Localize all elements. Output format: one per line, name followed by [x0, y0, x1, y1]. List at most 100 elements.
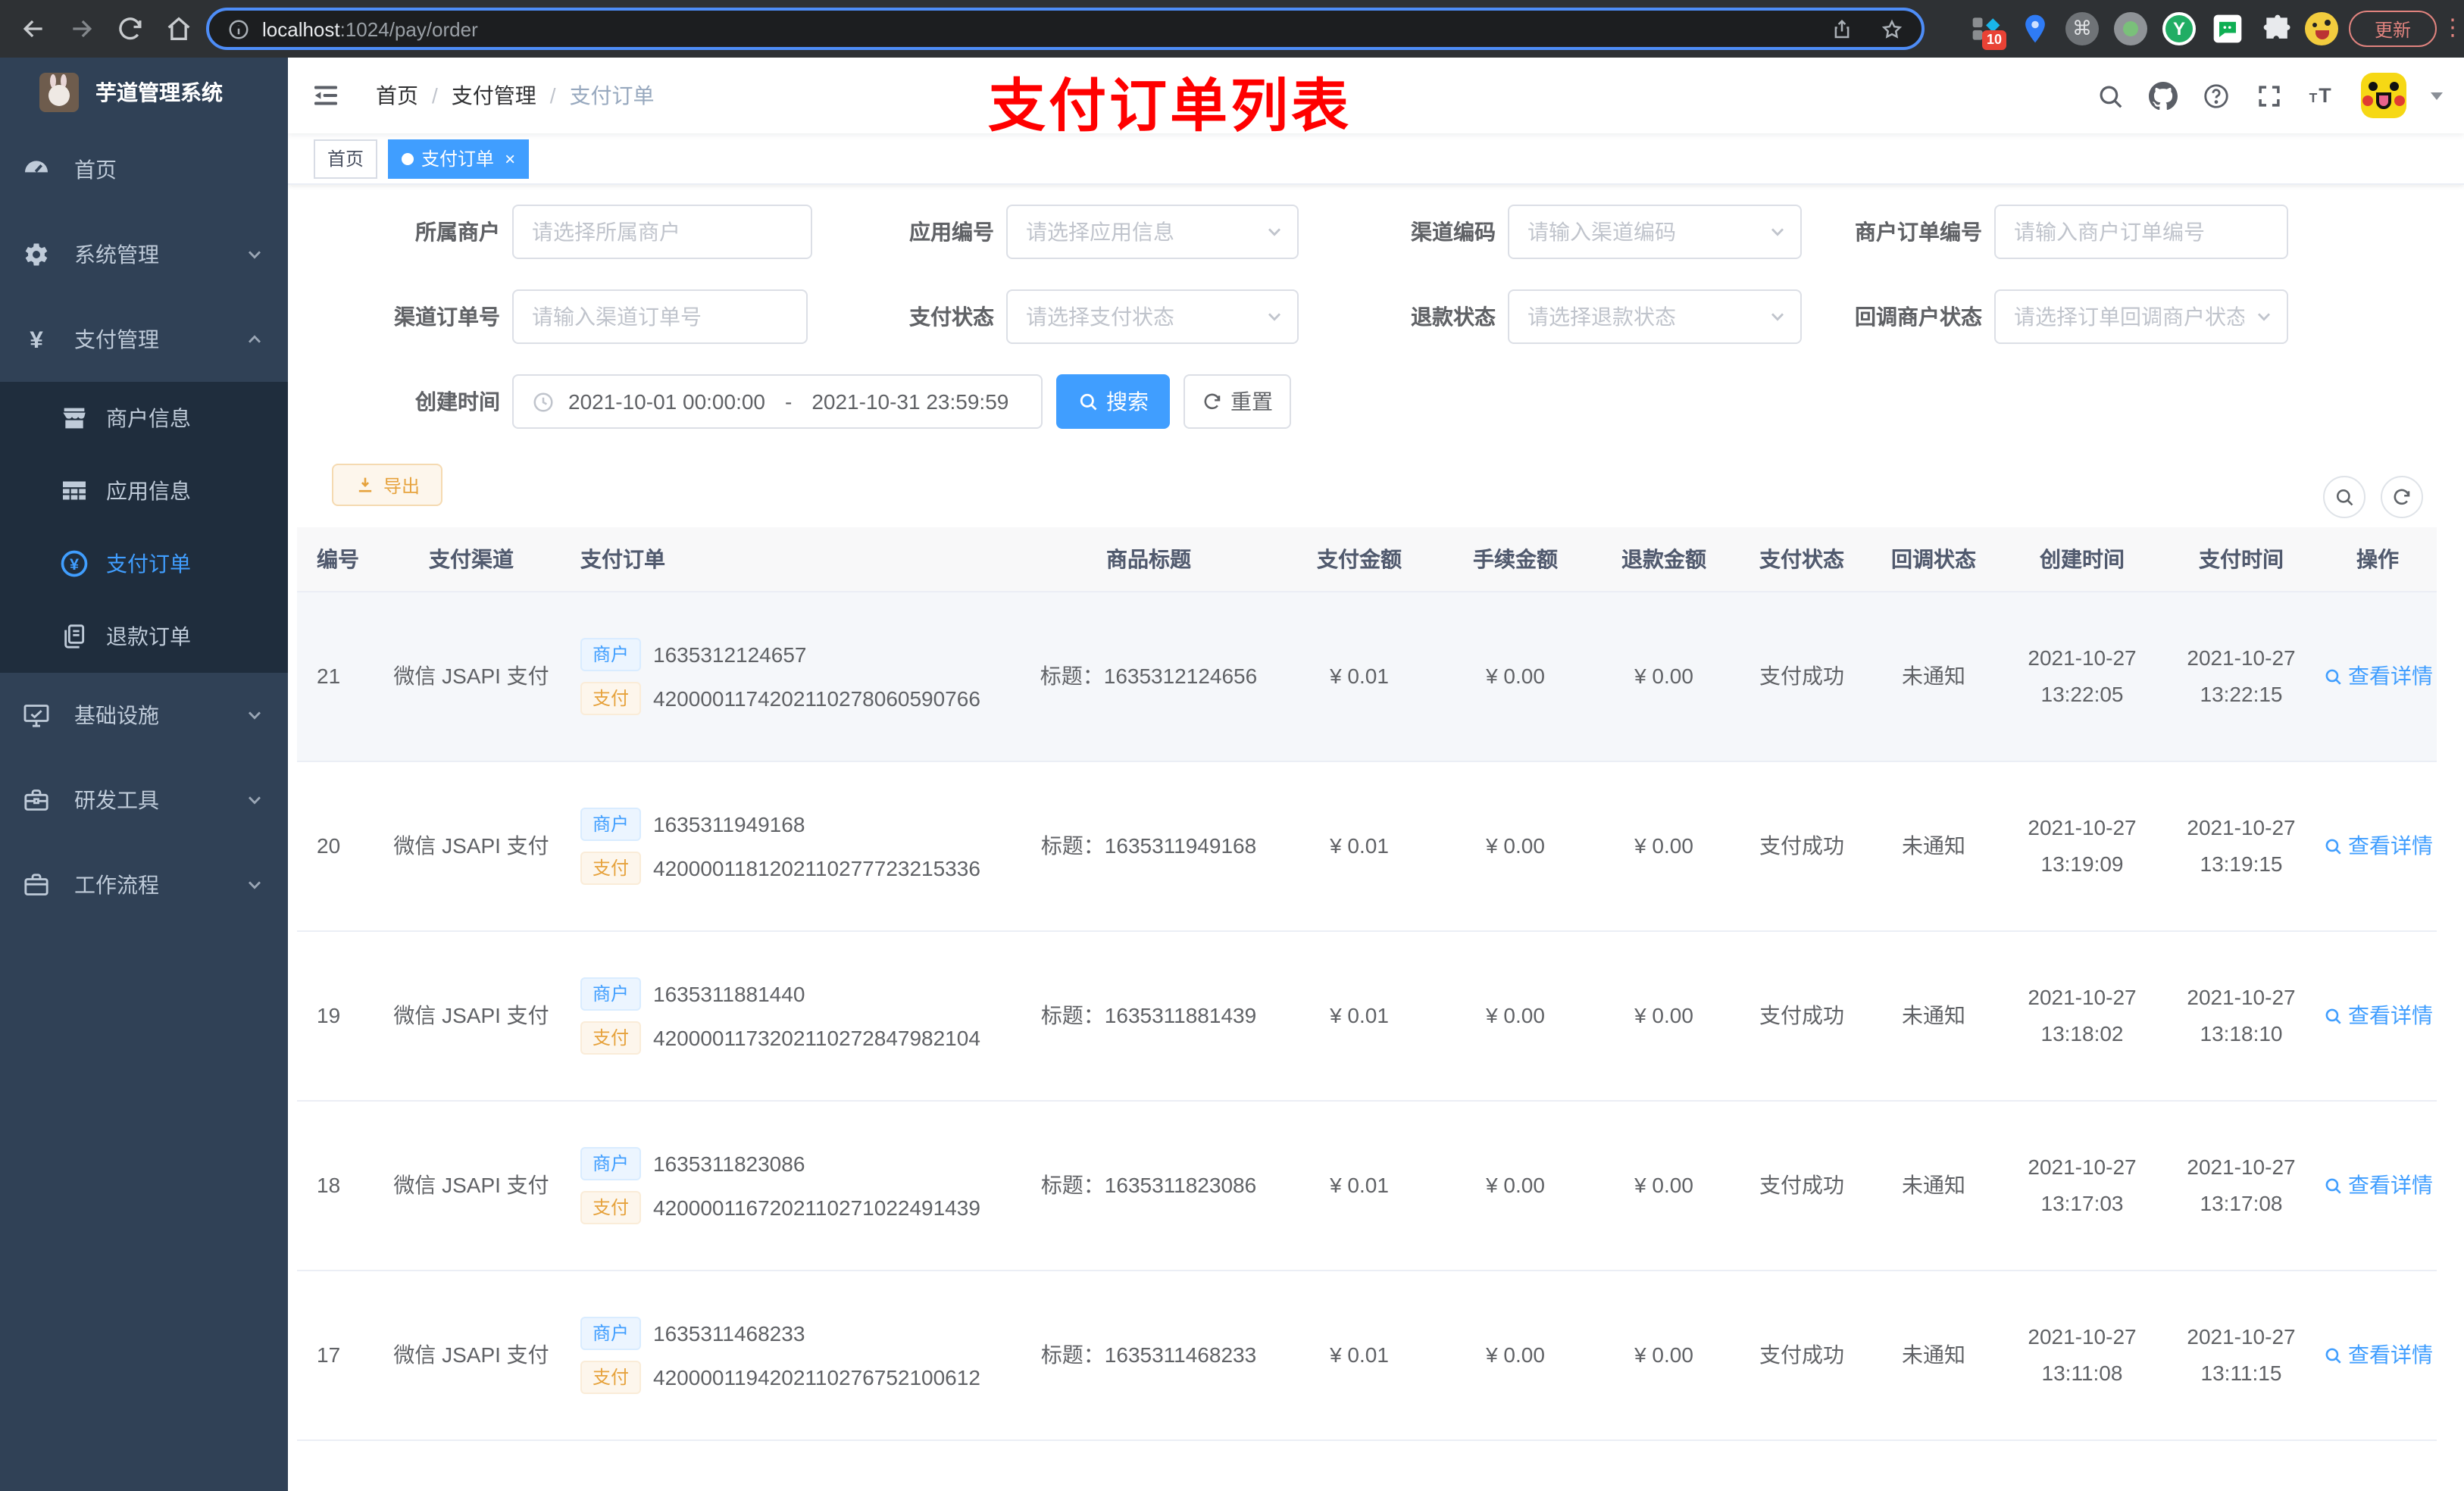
sidebar-item-home[interactable]: 首页 — [0, 127, 288, 212]
gear-icon — [21, 239, 52, 270]
svg-text:T: T — [2309, 89, 2318, 105]
table-row[interactable]: 19 微信 JSAPI 支付 商户 1635311881440 支付 4200001173… — [297, 930, 2437, 1101]
close-icon[interactable]: × — [505, 148, 515, 169]
sidebar-item-dev-tools[interactable]: 研发工具 — [0, 758, 288, 842]
search-button[interactable]: 搜索 — [1056, 374, 1170, 429]
filter-field-input[interactable] — [532, 305, 788, 329]
info-icon[interactable] — [227, 17, 250, 40]
table-search-button[interactable] — [2323, 476, 2366, 518]
filter-input-1[interactable] — [512, 205, 812, 259]
sidebar-item-refund-order[interactable]: 退款订单 — [0, 600, 288, 673]
table-row[interactable]: 21 微信 JSAPI 支付 商户 1635312124657 支付 4200001174… — [297, 591, 2437, 761]
update-button[interactable]: 更新 — [2349, 11, 2437, 47]
merchant-order-no: 1635311949168 — [653, 811, 805, 836]
filter-field-input[interactable] — [2014, 220, 2269, 244]
table-row[interactable]: 20 微信 JSAPI 支付 商户 1635311949168 支付 4200001181… — [297, 761, 2437, 931]
help-icon[interactable] — [2202, 81, 2231, 110]
tab-首页[interactable]: 首页 — [314, 139, 378, 178]
filter-select-6[interactable] — [1006, 289, 1299, 344]
logo-image — [39, 73, 79, 112]
sidebar-item-label: 应用信息 — [106, 479, 191, 503]
sidebar-item-pay-order[interactable]: ¥ 支付订单 — [0, 527, 288, 600]
chevron-down-icon[interactable] — [2431, 92, 2443, 99]
tab-支付订单[interactable]: 支付订单 × — [388, 139, 530, 178]
extension-recorder-icon[interactable] — [2114, 12, 2147, 45]
sidebar-item-app-info[interactable]: 应用信息 — [0, 455, 288, 527]
sidebar-item-system[interactable]: 系统管理 — [0, 212, 288, 297]
view-detail-link[interactable]: 查看详情 — [2322, 1000, 2433, 1030]
breadcrumb-item[interactable]: 支付管理 — [452, 80, 536, 111]
search-icon[interactable] — [2096, 81, 2125, 110]
back-icon[interactable] — [18, 14, 48, 44]
extension-chat-icon[interactable] — [2211, 12, 2244, 45]
create-time-range-input[interactable]: 2021-10-01 00:00:00 - 2021-10-31 23:59:5… — [512, 374, 1043, 429]
column-header: 支付渠道 — [382, 527, 561, 592]
sidebar-item-pay[interactable]: ¥ 支付管理 — [0, 297, 288, 382]
extension-diamond-icon[interactable]: 10 — [1970, 12, 2007, 50]
column-header: 手续金额 — [1440, 527, 1591, 592]
avatar[interactable] — [2361, 73, 2406, 118]
order-id-cell: 18 — [297, 1100, 382, 1271]
pay-amount-cell: ¥ 0.01 — [1279, 930, 1440, 1101]
order-numbers-cell: 商户 1635311881440 支付 42000011732021102728479… — [561, 930, 1018, 1101]
view-detail-link[interactable]: 查看详情 — [2322, 830, 2433, 861]
product-title-cell: 标题：1635311881439 — [1018, 930, 1279, 1101]
fullscreen-icon[interactable] — [2255, 81, 2284, 110]
address-bar[interactable]: localhost:1024/pay/order — [206, 8, 1925, 50]
view-detail-link[interactable]: 查看详情 — [2322, 1339, 2433, 1370]
create-time-cell: 2021-10-27 13:11:08 — [2000, 1270, 2164, 1440]
share-icon[interactable] — [1831, 17, 1853, 40]
reset-button[interactable]: 重置 — [1184, 374, 1291, 429]
filter-field-input[interactable] — [2014, 305, 2269, 329]
app-logo[interactable]: 芋道管理系统 — [0, 58, 288, 127]
filter-select-2[interactable] — [1006, 205, 1299, 259]
filter-select-8[interactable] — [1994, 289, 2288, 344]
filter-input-5[interactable] — [512, 289, 808, 344]
pay-tag: 支付 — [580, 1190, 642, 1224]
star-icon[interactable] — [1881, 17, 1903, 40]
sidebar-item-merchant-info[interactable]: 商户信息 — [0, 382, 288, 455]
table-row[interactable]: 商户1635311354796 — [297, 1439, 2437, 1491]
github-icon[interactable] — [2149, 81, 2178, 110]
refund-amount-cell: ¥ 0.00 — [1591, 930, 1737, 1101]
sidebar-item-workflow[interactable]: 工作流程 — [0, 842, 288, 927]
extension-emoji-icon[interactable] — [2305, 12, 2338, 45]
merchant-tag: 商户 — [580, 637, 642, 670]
sidebar-item-infra[interactable]: 基础设施 — [0, 673, 288, 758]
filter-input-4[interactable] — [1994, 205, 2288, 259]
reload-icon[interactable] — [115, 14, 145, 44]
tab-label: 首页 — [327, 148, 364, 170]
pay-time-cell: 2021-10-27 13:17:08 — [2164, 1100, 2319, 1271]
sidebar-item-label: 首页 — [74, 158, 117, 182]
filter-field-input[interactable] — [1026, 220, 1279, 244]
table-row[interactable]: 17 微信 JSAPI 支付 商户 1635311468233 支付 4200001194… — [297, 1270, 2437, 1440]
extension-y-icon[interactable]: Y — [2162, 12, 2196, 45]
table-row[interactable]: 18 微信 JSAPI 支付 商户 1635311823086 支付 4200001167… — [297, 1100, 2437, 1271]
refund-amount-cell: ¥ 0.00 — [1591, 761, 1737, 931]
extension-pin-icon[interactable] — [2018, 12, 2052, 45]
column-header: 退款金额 — [1591, 527, 1737, 592]
filter-field-input[interactable] — [532, 220, 793, 244]
extension-command-icon[interactable]: ⌘ — [2065, 12, 2099, 45]
sidebar-item-label: 商户信息 — [106, 406, 191, 430]
view-detail-link[interactable]: 查看详情 — [2322, 661, 2433, 691]
view-detail-link[interactable]: 查看详情 — [2322, 1170, 2433, 1200]
browser-menu-icon[interactable]: ⋮ — [2441, 9, 2464, 48]
fee-amount-cell: ¥ 0.00 — [1440, 1100, 1591, 1271]
column-header: 支付订单 — [561, 527, 1018, 592]
search-icon — [2322, 836, 2342, 855]
hamburger-icon[interactable] — [311, 80, 341, 111]
browser-toolbar: localhost:1024/pay/order 10 ⌘ Y 更新 ⋮ — [0, 0, 2464, 58]
export-button[interactable]: 导出 — [332, 464, 442, 506]
action-cell: 查看详情 — [2319, 930, 2437, 1101]
breadcrumb-item[interactable]: 首页 — [376, 80, 418, 111]
filter-field-input[interactable] — [1026, 305, 1279, 329]
forward-icon[interactable] — [67, 14, 97, 44]
extensions-puzzle-icon[interactable] — [2261, 12, 2294, 45]
merchant-order-no: 1635311468233 — [653, 1321, 805, 1345]
pay-order-no: 4200001194202110276752100612 — [653, 1364, 980, 1389]
table-refresh-button[interactable] — [2381, 476, 2423, 518]
order-id-cell: 19 — [297, 930, 382, 1101]
home-icon[interactable] — [164, 14, 194, 44]
font-size-icon[interactable]: TT — [2308, 81, 2337, 110]
